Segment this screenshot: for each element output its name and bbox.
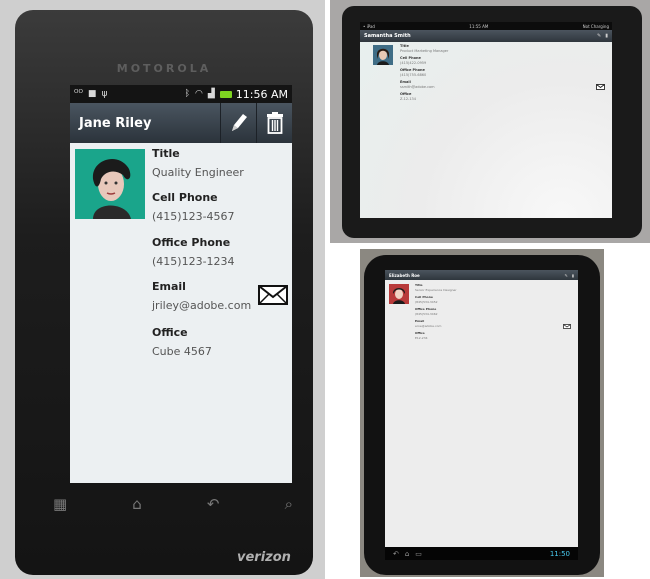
phone-photo: MOTOROLA ᴼᴼ ■ ψ ᛒ ◠ ▟ 11:56 AM Jane Rile… bbox=[0, 0, 325, 579]
app-notification-icon: ■ bbox=[87, 89, 97, 99]
field-email[interactable]: Email jriley@adobe.com bbox=[152, 280, 251, 312]
field-label: Office bbox=[152, 326, 188, 339]
field-value: Quality Engineer bbox=[152, 166, 244, 179]
usb-icon: ψ bbox=[101, 89, 108, 99]
home-icon[interactable]: ⌂ bbox=[132, 495, 142, 513]
voicemail-icon: ᴼᴼ bbox=[74, 89, 83, 99]
field-label: Email bbox=[415, 319, 425, 323]
action-bar: Jane Riley bbox=[70, 103, 292, 143]
send-email-button[interactable] bbox=[258, 285, 288, 309]
carrier-logo: verizon bbox=[237, 550, 291, 565]
ipad-contact-name: Samantha Smith bbox=[364, 33, 411, 39]
delete-button[interactable] bbox=[256, 103, 292, 143]
edit-button[interactable] bbox=[220, 103, 256, 143]
field-cell-phone[interactable]: Cell Phone (415)123-4567 bbox=[152, 191, 235, 223]
status-bar: ᴼᴼ ■ ψ ᛒ ◠ ▟ 11:56 AM bbox=[70, 85, 292, 103]
field-cell-phone[interactable]: Cell Phone (415)422-0959 bbox=[400, 56, 426, 65]
field-value: Cube 4567 bbox=[152, 345, 212, 358]
status-time: 11:56 AM bbox=[235, 87, 288, 101]
field-office-phone[interactable]: Office Phone (415)123-1234 bbox=[152, 236, 235, 268]
ipad-status-time: 11:55 AM bbox=[469, 23, 489, 29]
field-email[interactable]: Email ssmith@adobe.com bbox=[400, 80, 435, 89]
search-icon[interactable]: ⌕ bbox=[285, 495, 293, 513]
xoom-system-bar: ↶⌂▭ 11:50 bbox=[385, 547, 578, 560]
xoom-screen: Elizabeth Roe ✎ ▮ Title Senior Experienc… bbox=[385, 270, 578, 560]
field-value[interactable]: ssmith@adobe.com bbox=[400, 85, 435, 89]
field-value[interactable]: (415)755-6860 bbox=[400, 73, 426, 77]
field-value[interactable]: (415)123-4567 bbox=[152, 210, 235, 223]
field-label: Email bbox=[400, 80, 411, 84]
field-label: Office bbox=[400, 92, 412, 96]
ipad-screen: • iPad 11:55 AM Not Charging Samantha Sm… bbox=[360, 22, 612, 218]
phone-device: MOTOROLA ᴼᴼ ■ ψ ᛒ ◠ ▟ 11:56 AM Jane Rile… bbox=[15, 10, 313, 575]
field-office-phone[interactable]: Office Phone (415)755-6860 bbox=[400, 68, 426, 77]
field-cell-phone[interactable]: Cell Phone (845)534-3452 bbox=[415, 295, 438, 304]
trash-icon bbox=[266, 112, 283, 134]
field-value[interactable]: eroe@adobe.com bbox=[415, 324, 441, 328]
xoom-photo: Elizabeth Roe ✎ ▮ Title Senior Experienc… bbox=[360, 249, 604, 577]
field-value: Senior Experience Designer bbox=[415, 288, 457, 292]
field-title: Title Senior Experience Designer bbox=[415, 283, 457, 292]
field-title: Title Product Marketing Manager bbox=[400, 44, 448, 53]
field-value[interactable]: jriley@adobe.com bbox=[152, 299, 251, 312]
field-label: Cell Phone bbox=[400, 56, 421, 60]
field-label: Cell Phone bbox=[152, 191, 218, 204]
field-label: Office bbox=[415, 331, 425, 335]
field-value: Z-12-134 bbox=[400, 97, 416, 101]
field-value[interactable]: (845)534-3452 bbox=[415, 300, 438, 304]
phone-screen: ᴼᴼ ■ ψ ᛒ ◠ ▟ 11:56 AM Jane Riley Title Q… bbox=[70, 85, 292, 483]
edit-pencil-icon[interactable]: ✎ bbox=[564, 273, 567, 278]
field-email[interactable]: Email eroe@adobe.com bbox=[415, 319, 441, 328]
field-office-phone[interactable]: Office Phone (845)534-3462 bbox=[415, 307, 438, 316]
grid-menu-icon[interactable]: ▦ bbox=[53, 495, 67, 513]
field-label: Email bbox=[152, 280, 186, 293]
field-label: Office Phone bbox=[415, 307, 437, 311]
field-title: Title Quality Engineer bbox=[152, 147, 244, 179]
signal-icon: ▟ bbox=[207, 89, 215, 99]
bluetooth-icon: ᛒ bbox=[184, 89, 190, 99]
field-label: Title bbox=[400, 44, 409, 48]
hardware-nav: ▦ ⌂ ↶ ⌕ bbox=[53, 495, 293, 513]
field-office: Office E12-234 bbox=[415, 331, 428, 340]
field-label: Title bbox=[152, 147, 180, 160]
email-envelope-icon[interactable] bbox=[563, 324, 571, 329]
avatar bbox=[389, 284, 409, 304]
xoom-contact-name: Elizabeth Roe bbox=[389, 272, 420, 278]
ipad-battery-status: Not Charging bbox=[582, 23, 609, 29]
xoom-nav-buttons[interactable]: ↶⌂▭ bbox=[393, 550, 428, 558]
edit-pencil-icon[interactable]: ✎ bbox=[597, 33, 601, 39]
avatar bbox=[373, 45, 393, 65]
ipad-status-bar: • iPad 11:55 AM Not Charging bbox=[360, 22, 612, 30]
field-office: Office Z-12-134 bbox=[400, 92, 416, 101]
ipad-carrier: • iPad bbox=[363, 23, 375, 29]
ipad-photo: • iPad 11:55 AM Not Charging Samantha Sm… bbox=[330, 0, 650, 243]
phone-brand-logo: MOTOROLA bbox=[116, 62, 212, 75]
field-value: E12-234 bbox=[415, 336, 428, 340]
xoom-action-bar: Elizabeth Roe ✎ ▮ bbox=[385, 270, 578, 280]
trash-icon[interactable]: ▮ bbox=[605, 33, 608, 39]
wifi-icon: ◠ bbox=[195, 89, 203, 99]
field-label: Title bbox=[415, 283, 423, 287]
contact-name-title: Jane Riley bbox=[79, 115, 152, 131]
trash-icon[interactable]: ▮ bbox=[572, 273, 574, 278]
edit-pencil-icon bbox=[231, 114, 247, 131]
field-value: Product Marketing Manager bbox=[400, 49, 449, 53]
field-label: Office Phone bbox=[400, 68, 425, 72]
field-value[interactable]: (415)123-1234 bbox=[152, 255, 235, 268]
field-label: Office Phone bbox=[152, 236, 231, 249]
battery-icon bbox=[219, 90, 232, 98]
field-label: Cell Phone bbox=[415, 295, 433, 299]
field-office: Office Cube 4567 bbox=[152, 326, 212, 358]
ipad-action-bar: Samantha Smith ✎ ▮ bbox=[360, 30, 612, 42]
back-icon[interactable]: ↶ bbox=[207, 495, 220, 513]
contact-detail: Title Quality Engineer Cell Phone (415)1… bbox=[70, 143, 292, 358]
email-envelope-icon bbox=[258, 285, 288, 305]
email-envelope-icon[interactable] bbox=[596, 84, 605, 90]
field-value[interactable]: (415)422-0959 bbox=[400, 61, 426, 65]
xoom-status-time: 11:50 bbox=[549, 549, 570, 558]
field-value[interactable]: (845)534-3462 bbox=[415, 312, 438, 316]
avatar bbox=[75, 149, 145, 219]
